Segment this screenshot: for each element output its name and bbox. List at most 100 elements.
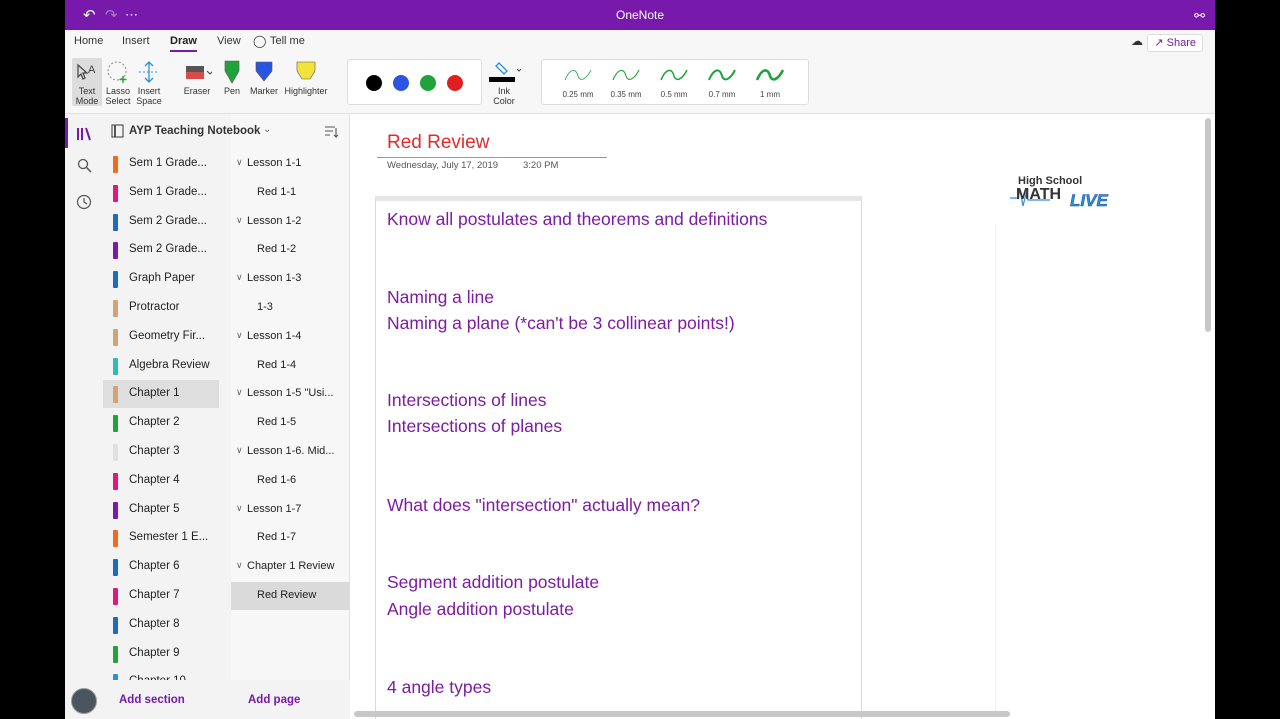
note-line[interactable]: 4 angle types <box>387 677 491 698</box>
section-color-tab <box>113 616 118 634</box>
note-container[interactable] <box>375 196 862 719</box>
canvas-horizontal-scrollbar[interactable] <box>354 711 1010 717</box>
chevron-down-icon[interactable]: ∨ <box>236 157 243 168</box>
text-mode-button[interactable]: A Text Mode <box>72 58 102 106</box>
page-item[interactable]: Red 1-2 <box>231 236 349 264</box>
section-item[interactable]: Geometry Fir... <box>103 323 219 351</box>
page-group-item[interactable]: ∨ Chapter 1 Review <box>231 553 349 581</box>
section-item[interactable]: Chapter 5 <box>103 496 219 524</box>
section-color-tab <box>113 530 118 548</box>
sort-icon[interactable] <box>323 124 339 145</box>
page-group-item[interactable]: ∨ Lesson 1-7 <box>231 496 349 524</box>
tell-me-input[interactable]: Tell me <box>270 35 305 47</box>
section-item[interactable]: Chapter 7 <box>103 582 219 610</box>
section-item[interactable]: Chapter 3 <box>103 438 219 466</box>
add-page-button[interactable]: Add page <box>248 694 300 706</box>
section-item[interactable]: Sem 2 Grade... <box>103 208 219 236</box>
page-group-item[interactable]: ∨ Lesson 1-3 <box>231 265 349 293</box>
chevron-down-icon[interactable]: ∨ <box>236 445 243 456</box>
thickness-05[interactable]: 0.5 mm <box>654 62 694 99</box>
eraser-icon <box>179 58 215 86</box>
section-color-tab <box>113 357 118 375</box>
note-line[interactable]: Angle addition postulate <box>387 599 574 620</box>
page-item[interactable]: Red Review <box>231 582 349 610</box>
chevron-down-icon[interactable]: ∨ <box>236 387 243 398</box>
page-item[interactable]: Red 1-1 <box>231 179 349 207</box>
note-line[interactable]: Intersections of planes <box>387 416 562 437</box>
thickness-035[interactable]: 0.35 mm <box>606 62 646 99</box>
ink-color-black[interactable] <box>366 75 382 91</box>
ink-color-icon <box>485 58 523 86</box>
section-item[interactable]: Sem 2 Grade... <box>103 236 219 264</box>
section-item[interactable]: Chapter 2 <box>103 409 219 437</box>
section-item[interactable]: Sem 1 Grade... <box>103 150 219 178</box>
recent-clock-icon[interactable] <box>76 194 92 215</box>
lasso-select-button[interactable]: Lasso Select <box>103 58 133 106</box>
add-section-button[interactable]: Add section <box>119 694 185 706</box>
note-line[interactable]: Naming a line <box>387 287 494 308</box>
section-item[interactable]: Chapter 6 <box>103 553 219 581</box>
note-line[interactable]: Intersections of lines <box>387 390 547 411</box>
note-line[interactable]: Naming a plane (*can't be 3 collinear po… <box>387 313 735 334</box>
page-item[interactable]: Red 1-4 <box>231 352 349 380</box>
thickness-07[interactable]: 0.7 mm <box>702 62 742 99</box>
note-line[interactable]: Segment addition postulate <box>387 572 599 593</box>
thickness-025[interactable]: 0.25 mm <box>558 62 598 99</box>
note-line[interactable]: Know all postulates and theorems and def… <box>387 209 767 230</box>
page-label: Red 1-7 <box>257 531 297 544</box>
section-color-tab <box>113 328 118 346</box>
chevron-down-icon[interactable]: ∨ <box>236 330 243 341</box>
sync-icon[interactable]: ☁ <box>1131 34 1143 48</box>
page-group-item[interactable]: ∨ Lesson 1-4 <box>231 323 349 351</box>
section-item[interactable]: Chapter 9 <box>103 640 219 668</box>
section-item[interactable]: Chapter 8 <box>103 611 219 639</box>
section-item[interactable]: Chapter 4 <box>103 467 219 495</box>
insert-space-button[interactable]: Insert Space <box>134 58 164 106</box>
eraser-button[interactable]: Eraser <box>179 58 215 96</box>
ink-color-label-1: Ink <box>497 86 510 96</box>
ink-color-button[interactable]: Ink Color <box>485 58 523 106</box>
avatar[interactable] <box>71 688 97 714</box>
tab-view[interactable]: View <box>217 35 241 47</box>
tab-draw[interactable]: Draw <box>170 35 197 52</box>
section-item[interactable]: Algebra Review <box>103 352 219 380</box>
share-button[interactable]: ↗ Share <box>1147 34 1203 52</box>
chevron-down-icon[interactable]: ∨ <box>236 215 243 226</box>
chevron-down-icon[interactable]: ∨ <box>236 272 243 283</box>
page-group-item[interactable]: ∨ Lesson 1-5 "Usi... <box>231 380 349 408</box>
section-item[interactable]: Protractor <box>103 294 219 322</box>
notebooks-button[interactable] <box>65 118 103 148</box>
section-item[interactable]: Graph Paper <box>103 265 219 293</box>
tab-insert[interactable]: Insert <box>122 35 150 47</box>
note-line[interactable]: What does "intersection" actually mean? <box>387 495 700 516</box>
tab-home[interactable]: Home <box>74 35 103 47</box>
page-item[interactable]: Red 1-6 <box>231 467 349 495</box>
page-item[interactable]: Red 1-5 <box>231 409 349 437</box>
share-icon: ↗ <box>1154 37 1167 49</box>
notebook-header[interactable]: AYP Teaching Notebook ⌄ <box>103 118 349 146</box>
page-label: Red Review <box>257 589 317 601</box>
ink-color-green[interactable] <box>420 75 436 91</box>
chevron-down-icon[interactable]: ∨ <box>236 560 243 571</box>
page-item[interactable]: 1-3 <box>231 294 349 322</box>
section-item[interactable]: Semester 1 E... <box>103 524 219 552</box>
canvas-vertical-scrollbar[interactable] <box>1205 118 1211 332</box>
ink-color-blue[interactable] <box>393 75 409 91</box>
section-item[interactable]: Sem 1 Grade... <box>103 179 219 207</box>
highlighter-button[interactable]: Highlighter <box>282 58 330 96</box>
page-item[interactable]: Red 1-7 <box>231 524 349 552</box>
pen-button[interactable]: Pen <box>220 58 244 96</box>
search-icon[interactable] <box>77 158 93 179</box>
logo-line-2: MATH <box>1016 186 1061 203</box>
marker-button[interactable]: Marker <box>249 58 279 96</box>
page-group-item[interactable]: ∨ Lesson 1-2 <box>231 208 349 236</box>
people-icon[interactable]: ⚯ <box>1194 8 1205 24</box>
page-title[interactable]: Red Review <box>387 132 489 154</box>
page-group-item[interactable]: ∨ Lesson 1-1 <box>231 150 349 178</box>
section-item[interactable]: Chapter 1 <box>103 380 219 409</box>
thickness-1[interactable]: 1 mm <box>750 62 790 99</box>
chevron-down-icon[interactable]: ∨ <box>236 503 243 514</box>
page-canvas[interactable]: Red Review Wednesday, July 17, 2019 3:20… <box>350 114 1215 719</box>
page-group-item[interactable]: ∨ Lesson 1-6. Mid... <box>231 438 349 466</box>
ink-color-red[interactable] <box>447 75 463 91</box>
